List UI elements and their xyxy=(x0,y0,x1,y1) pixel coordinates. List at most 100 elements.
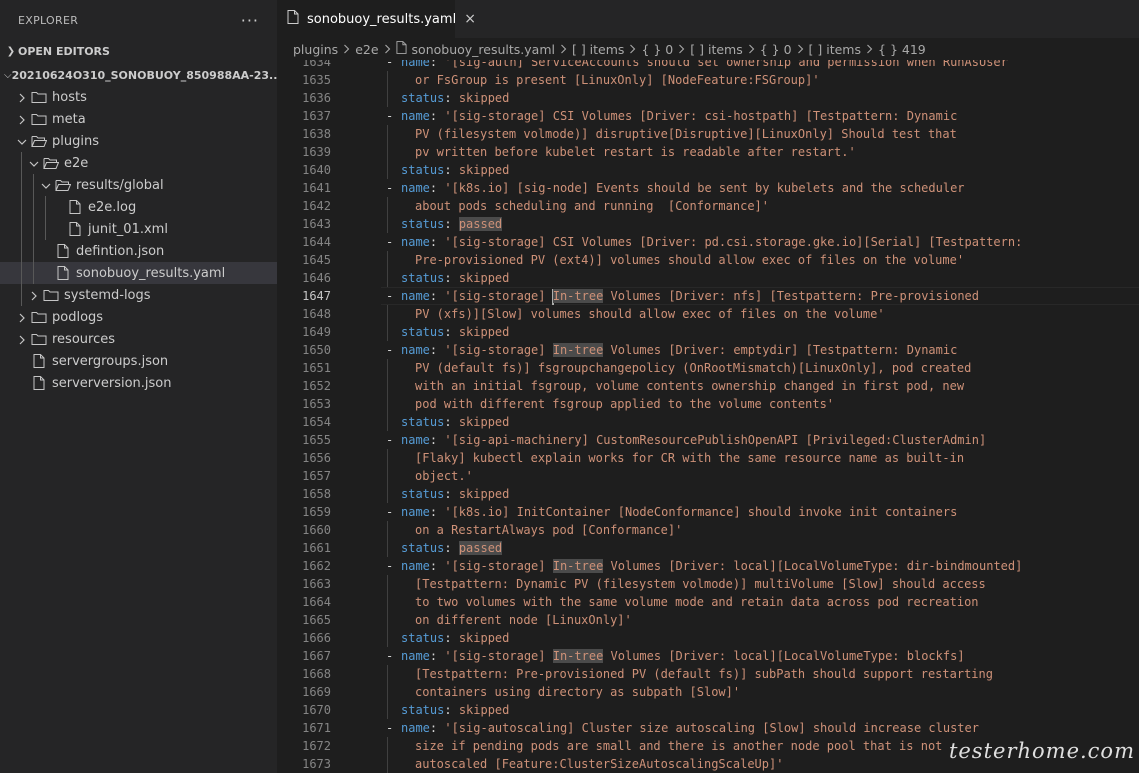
code-line: 1656 [Flaky] kubectl explain works for CR… xyxy=(277,449,1139,467)
file-icon xyxy=(66,200,84,215)
code-text: status: skipped xyxy=(401,703,510,717)
code-line: 1647 - name: '[sig-storage] In-tree Volume… xyxy=(277,287,1139,305)
workspace-root-section[interactable]: ⌵ 20210624O310_SONOBUOY_850988AA-23... xyxy=(0,64,277,86)
breadcrumb-item[interactable]: { } 419 xyxy=(878,42,926,57)
breadcrumb-item[interactable]: plugins xyxy=(293,42,338,57)
breadcrumb-item[interactable]: sonobuoy_results.yaml xyxy=(412,42,555,57)
code-line: 1663 [Testpattern: Dynamic PV (filesystem… xyxy=(277,575,1139,593)
indent-guide xyxy=(387,575,388,593)
folder-icon xyxy=(30,310,48,325)
breadcrumb-item[interactable]: [ ] items xyxy=(572,42,624,57)
chevron-down-icon xyxy=(38,179,54,192)
indent-guide xyxy=(21,284,22,306)
code-line: 1645 Pre-provisioned PV (ext4)] volumes s… xyxy=(277,251,1139,269)
line-number: 1666 xyxy=(302,631,331,645)
code-editor[interactable]: 1634- name: '[sig-auth] ServiceAccounts s… xyxy=(277,60,1139,773)
code-text: name: '[sig-storage] In-tree Volumes [Dr… xyxy=(401,288,979,305)
folder-icon xyxy=(30,332,48,347)
code-text: object.' xyxy=(415,469,473,483)
indent-guide xyxy=(387,683,388,701)
tree-folder-plugins[interactable]: plugins xyxy=(0,130,277,152)
file-icon xyxy=(54,266,72,281)
list-dash: - xyxy=(386,181,394,195)
code-text: size if pending pods are small and there… xyxy=(415,739,943,753)
file-icon xyxy=(30,354,48,369)
code-line: 1666 status: skipped xyxy=(277,629,1139,647)
code-line: 1654 status: skipped xyxy=(277,413,1139,431)
code-text: status: passed xyxy=(401,541,503,555)
tree-folder-e2e[interactable]: e2e xyxy=(0,152,277,174)
watermark-logo: testerhome.com xyxy=(948,739,1135,763)
code-text: name: '[sig-storage] CSI Volumes [Driver… xyxy=(401,235,1023,249)
code-text: name: '[sig-api-machinery] CustomResourc… xyxy=(401,433,987,447)
code-line: 1659 - name: '[k8s.io] InitContainer [Node… xyxy=(277,503,1139,521)
chevron-right-icon xyxy=(26,289,42,302)
tree-file-defintion-json[interactable]: defintion.json xyxy=(0,240,277,262)
chevron-right-icon xyxy=(384,42,391,57)
list-dash: - xyxy=(386,433,394,447)
tree-folder-systemd-logs[interactable]: systemd-logs xyxy=(0,284,277,306)
tree-folder-podlogs[interactable]: podlogs xyxy=(0,306,277,328)
open-editors-section[interactable]: ❯ OPEN EDITORS xyxy=(0,40,277,62)
breadcrumb-item[interactable]: { } 0 xyxy=(641,42,673,57)
breadcrumb-item[interactable]: e2e xyxy=(355,42,378,57)
chevron-right-icon xyxy=(560,42,567,57)
line-number: 1641 xyxy=(302,181,331,195)
code-text: autoscaled [Feature:ClusterSizeAutoscali… xyxy=(415,757,784,771)
code-text: on a RestartAlways pod [Conformance]' xyxy=(415,523,683,537)
chevron-right-icon xyxy=(866,42,873,57)
tree-file-servergroups-json[interactable]: servergroups.json xyxy=(0,350,277,372)
code-text: name: '[sig-storage] In-tree Volumes [Dr… xyxy=(401,343,958,357)
tree-file-junit-01-xml[interactable]: junit_01.xml xyxy=(0,218,277,240)
breadcrumb-item[interactable]: [ ] items xyxy=(809,42,861,57)
line-number: 1657 xyxy=(302,469,331,483)
chevron-right-icon xyxy=(797,42,804,57)
code-line: 1635 or FsGroup is present [LinuxOnly] [N… xyxy=(277,71,1139,89)
list-dash: - xyxy=(386,721,394,735)
tree-item-label: meta xyxy=(52,111,86,127)
chevron-right-icon xyxy=(14,113,30,126)
indent-guide xyxy=(387,89,388,107)
chevron-right-icon xyxy=(14,311,30,324)
indent-guide xyxy=(387,413,388,431)
code-line: 1640 status: skipped xyxy=(277,161,1139,179)
tree-item-label: e2e xyxy=(64,155,89,171)
indent-guide xyxy=(387,161,388,179)
folder-icon xyxy=(30,112,48,127)
code-line: 1653 pod with different fsgroup applied t… xyxy=(277,395,1139,413)
indent-guide xyxy=(387,449,388,467)
code-line: 1671 - name: '[sig-autoscaling] Cluster si… xyxy=(277,719,1139,737)
code-text: name: '[k8s.io] InitContainer [NodeConfo… xyxy=(401,505,958,519)
tree-file-sonobuoy-results-yaml[interactable]: sonobuoy_results.yaml xyxy=(0,262,277,284)
tree-item-label: servergroups.json xyxy=(52,353,169,369)
close-icon[interactable]: × xyxy=(464,11,476,27)
file-icon xyxy=(287,10,299,28)
indent-guide xyxy=(21,240,22,262)
tree-folder-results-global[interactable]: results/global xyxy=(0,174,277,196)
tree-folder-resources[interactable]: resources xyxy=(0,328,277,350)
line-number: 1653 xyxy=(302,397,331,411)
tree-file-e2e-log[interactable]: e2e.log xyxy=(0,196,277,218)
chevron-down-icon xyxy=(26,157,42,170)
line-number: 1652 xyxy=(302,379,331,393)
more-actions-icon[interactable]: ··· xyxy=(241,11,259,30)
tree-folder-meta[interactable]: meta xyxy=(0,108,277,130)
code-line: 1658 status: skipped xyxy=(277,485,1139,503)
indent-guide xyxy=(387,539,388,557)
list-dash: - xyxy=(386,289,394,303)
file-icon xyxy=(395,41,407,57)
code-line: 1636 status: skipped xyxy=(277,89,1139,107)
tree-file-serverversion-json[interactable]: serverversion.json xyxy=(0,372,277,394)
breadcrumb: plugins e2e sonobuoy_results.yaml [ ] items… xyxy=(277,38,1139,60)
tree-item-label: podlogs xyxy=(52,309,104,325)
code-line: 1639 pv written before kubelet restart is… xyxy=(277,143,1139,161)
code-line: 1660 on a RestartAlways pod [Conformance]… xyxy=(277,521,1139,539)
breadcrumb-item[interactable]: { } 0 xyxy=(760,42,792,57)
tab-sonobuoy-results[interactable]: sonobuoy_results.yaml × xyxy=(277,0,476,38)
indent-guide xyxy=(33,218,34,240)
code-line: 1646 status: skipped xyxy=(277,269,1139,287)
tree-folder-hosts[interactable]: hosts xyxy=(0,86,277,108)
breadcrumb-item[interactable]: [ ] items xyxy=(690,42,742,57)
code-line: 1662 - name: '[sig-storage] In-tree Volume… xyxy=(277,557,1139,575)
code-line: 1670 status: skipped xyxy=(277,701,1139,719)
